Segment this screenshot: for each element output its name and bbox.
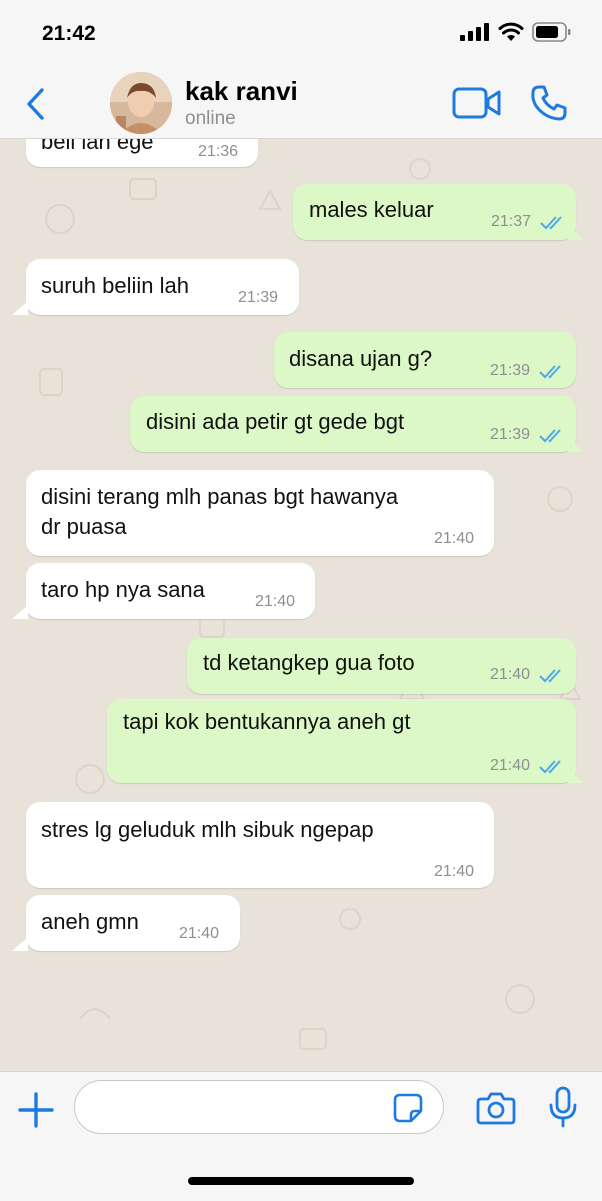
message-text: td ketangkep gua foto [203,650,415,675]
message-text: beli lah ege [41,139,154,154]
message-text: tapi kok bentukannya aneh gt [123,709,411,734]
message-text: disana ujan g? [289,346,433,371]
message-bubble-incoming[interactable]: suruh beliin lah 21:39 [26,259,299,315]
message-bubble-incoming[interactable]: taro hp nya sana 21:40 [26,563,315,619]
message-time: 21:40 [490,666,531,683]
status-bar: 21:42 [0,0,602,70]
message-time: 21:37 [491,213,532,230]
bubble-tail [12,301,28,315]
bubble-tail [12,937,28,951]
message-text: suruh beliin lah [41,273,189,298]
message-bubble-outgoing[interactable]: disini ada petir gt gede bgt 21:39 [130,396,576,452]
message-time: 21:40 [434,530,475,547]
message-time: 21:39 [490,426,531,443]
message-time: 21:40 [490,757,531,774]
double-check-icon [540,216,562,230]
chat-area[interactable]: beli lah ege 21:36 males keluar 21:37 su… [0,139,602,1071]
bubble-tail [568,769,584,783]
avatar-photo [110,72,172,134]
plus-icon[interactable] [18,1092,54,1128]
video-call-icon[interactable] [452,86,502,120]
message-bubble-incoming[interactable]: stres lg geluduk mlh sibuk ngepap 21:40 [26,802,494,888]
home-indicator[interactable] [188,1177,414,1185]
message-bubble-outgoing[interactable]: disana ujan g? 21:39 [274,332,576,388]
status-time: 21:42 [42,22,96,45]
message-text: disini ada petir gt gede bgt [146,409,405,434]
message-time: 21:39 [490,362,531,379]
message-text-line-2: dr puasa [41,514,127,539]
message-bubble-outgoing[interactable]: td ketangkep gua foto 21:40 [187,638,576,694]
bubble-tail [12,605,28,619]
message-composer [0,1071,602,1201]
message-bubble-incoming[interactable]: beli lah ege 21:36 [26,139,258,167]
back-chevron-icon[interactable] [22,86,52,122]
camera-icon[interactable] [476,1090,516,1126]
cellular-signal-icon [460,23,489,41]
contact-name[interactable]: kak ranvi [185,76,298,107]
message-text: aneh gmn [41,909,139,934]
double-check-icon [539,365,561,379]
message-text: stres lg geluduk mlh sibuk ngepap [41,817,374,842]
contact-status: online [185,108,236,129]
message-text: disini terang mlh panas bgt hawanya [41,484,399,509]
chat-header: kak ranvi online [0,70,602,139]
sticker-icon[interactable] [392,1092,424,1124]
phone-icon[interactable] [530,84,568,122]
wifi-icon [498,22,524,41]
message-time: 21:39 [238,289,279,306]
message-bubble-incoming[interactable]: disini terang mlh panas bgt hawanya dr p… [26,470,494,556]
microphone-icon[interactable] [548,1086,578,1128]
double-check-icon [539,669,561,683]
message-bubble-outgoing[interactable]: tapi kok bentukannya aneh gt 21:40 [107,699,576,783]
bubble-tail [568,226,584,240]
bubble-tail [568,438,584,452]
message-time: 21:40 [255,593,296,610]
battery-icon [532,22,571,42]
message-text: taro hp nya sana [41,577,205,602]
message-time: 21:40 [179,925,220,942]
message-time: 21:40 [434,863,475,880]
message-input[interactable] [74,1080,444,1134]
double-check-icon [539,429,561,443]
avatar[interactable] [110,72,172,134]
message-text: males keluar [309,197,434,222]
double-check-icon [539,760,561,774]
message-bubble-outgoing[interactable]: males keluar 21:37 [293,184,576,240]
message-time: 21:36 [198,143,239,160]
message-bubble-incoming[interactable]: aneh gmn 21:40 [26,895,240,951]
status-icons [460,22,572,42]
